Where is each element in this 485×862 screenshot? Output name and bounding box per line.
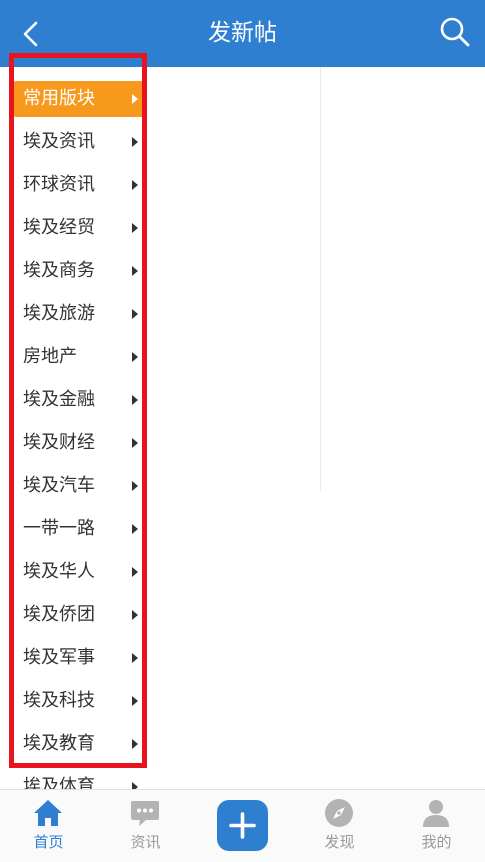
tab-news[interactable]: 资讯: [97, 790, 194, 862]
tab-discover-label: 发现: [324, 833, 355, 851]
category-item[interactable]: 环球资讯: [14, 167, 144, 203]
tab-mine[interactable]: 我的: [388, 790, 485, 862]
category-item[interactable]: 埃及教育: [14, 726, 144, 762]
tab-news-label: 资讯: [130, 833, 161, 851]
category-label: 常用版块: [23, 88, 95, 109]
category-label: 房地产: [23, 346, 77, 367]
compose-button[interactable]: [217, 800, 268, 851]
category-label: 埃及侨团: [23, 604, 95, 625]
caret-right-icon: [132, 481, 138, 491]
tab-discover[interactable]: 发现: [291, 790, 388, 862]
search-icon[interactable]: [437, 14, 473, 50]
caret-right-icon: [132, 180, 138, 190]
caret-right-icon: [132, 94, 138, 104]
category-item[interactable]: 埃及财经: [14, 425, 144, 461]
category-item[interactable]: 埃及金融: [14, 382, 144, 418]
category-label: 埃及教育: [23, 733, 95, 754]
bottom-tab-bar: 首页 资讯 发现 我的: [0, 789, 485, 862]
category-item[interactable]: 埃及资讯: [14, 124, 144, 160]
category-item[interactable]: 房地产: [14, 339, 144, 375]
caret-right-icon: [132, 438, 138, 448]
header-bar: 发新帖: [0, 0, 485, 67]
caret-right-icon: [132, 524, 138, 534]
caret-right-icon: [132, 739, 138, 749]
caret-right-icon: [132, 223, 138, 233]
caret-right-icon: [132, 696, 138, 706]
category-label: 环球资讯: [23, 174, 95, 195]
category-list: 常用版块 埃及资讯 环球资讯 埃及经贸 埃及商务 埃及旅游 房地产 埃及金融 埃…: [12, 67, 160, 789]
category-label: 埃及汽车: [23, 475, 95, 496]
caret-right-icon: [132, 352, 138, 362]
caret-right-icon: [132, 266, 138, 276]
caret-right-icon: [132, 395, 138, 405]
category-label: 埃及资讯: [23, 131, 95, 152]
tab-mine-label: 我的: [421, 833, 452, 851]
caret-right-icon: [132, 309, 138, 319]
compass-icon: [325, 799, 353, 827]
category-label: 埃及经贸: [23, 217, 95, 238]
category-item[interactable]: 埃及科技: [14, 683, 144, 719]
plus-icon: [229, 812, 256, 839]
category-label: 埃及体育: [23, 776, 95, 789]
category-label: 埃及科技: [23, 690, 95, 711]
caret-right-icon: [132, 653, 138, 663]
category-item[interactable]: 埃及侨团: [14, 597, 144, 633]
caret-right-icon: [132, 137, 138, 147]
category-item[interactable]: 埃及汽车: [14, 468, 144, 504]
category-item[interactable]: 常用版块: [14, 81, 144, 117]
category-item[interactable]: 埃及军事: [14, 640, 144, 676]
category-label: 一带一路: [23, 518, 95, 539]
page-title: 发新帖: [208, 20, 277, 46]
user-icon: [423, 800, 449, 827]
category-label: 埃及财经: [23, 432, 95, 453]
category-item[interactable]: 一带一路: [14, 511, 144, 547]
category-item[interactable]: 埃及体育: [14, 769, 144, 789]
tab-home-label: 首页: [33, 833, 64, 851]
column-divider: [320, 67, 321, 492]
category-item[interactable]: 埃及商务: [14, 253, 144, 289]
category-label: 埃及商务: [23, 260, 95, 281]
category-item[interactable]: 埃及旅游: [14, 296, 144, 332]
category-label: 埃及华人: [23, 561, 95, 582]
home-icon: [34, 800, 62, 826]
caret-right-icon: [132, 782, 138, 789]
category-label: 埃及金融: [23, 389, 95, 410]
category-item[interactable]: 埃及华人: [14, 554, 144, 590]
tab-home[interactable]: 首页: [0, 790, 97, 862]
chat-icon: [131, 801, 159, 826]
category-label: 埃及旅游: [23, 303, 95, 324]
category-label: 埃及军事: [23, 647, 95, 668]
caret-right-icon: [132, 567, 138, 577]
category-item[interactable]: 埃及经贸: [14, 210, 144, 246]
caret-right-icon: [132, 610, 138, 620]
